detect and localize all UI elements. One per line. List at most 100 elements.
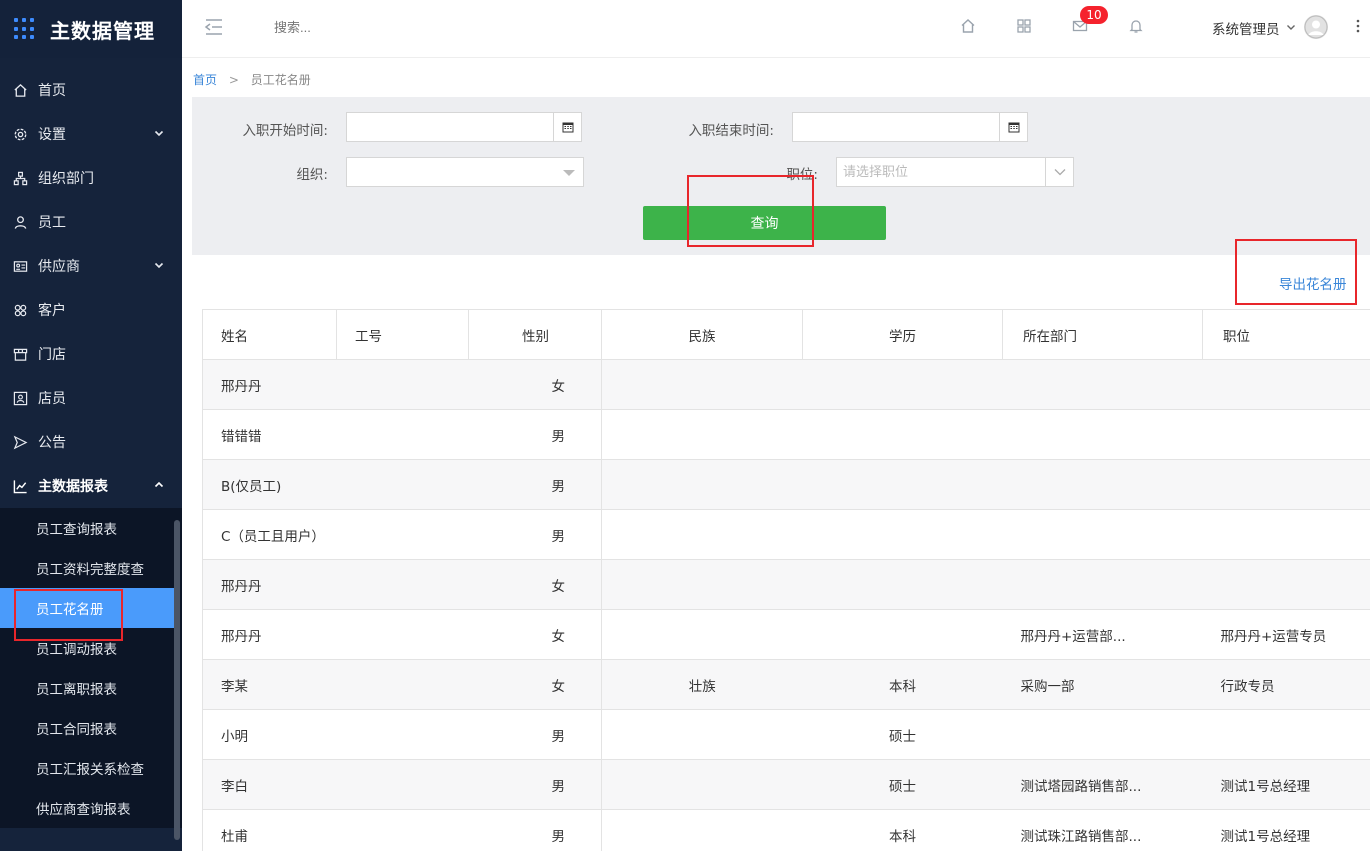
- cell-education: 硕士: [802, 759, 1003, 810]
- apps-grid-icon[interactable]: [1016, 18, 1032, 38]
- cell-gender: 女: [468, 609, 602, 660]
- calendar-icon[interactable]: [999, 113, 1027, 141]
- sidebar-subitem-employee-query-report[interactable]: 员工查询报表: [0, 508, 182, 548]
- column-header-position[interactable]: 职位: [1202, 309, 1370, 360]
- sidebar-subitem-reporting-relation-check[interactable]: 员工汇报关系检查: [0, 748, 182, 788]
- table-row[interactable]: 李某 女 壮族 本科 采购一部 行政专员: [202, 659, 1370, 710]
- app-grid-icon[interactable]: [14, 18, 36, 40]
- column-header-employee-id[interactable]: 工号: [336, 309, 469, 360]
- column-header-name[interactable]: 姓名: [202, 309, 337, 360]
- user-name: 系统管理员: [1212, 22, 1280, 38]
- table-row[interactable]: 小明 男 硕士: [202, 709, 1370, 760]
- user-icon: [12, 214, 28, 230]
- table-row[interactable]: B(仅员工) 男: [202, 459, 1370, 510]
- cell-education: [802, 509, 1003, 560]
- org-tree-icon: [12, 170, 28, 186]
- cell-gender: 男: [468, 459, 602, 510]
- org-select[interactable]: [346, 157, 584, 187]
- end-date-field[interactable]: [792, 112, 1028, 142]
- cell-department: 测试塔园路销售部...: [1002, 759, 1203, 810]
- export-roster-link[interactable]: 导出花名册: [1279, 273, 1347, 293]
- table-row[interactable]: C（员工且用户） 男: [202, 509, 1370, 560]
- cell-ethnicity: [601, 359, 803, 410]
- column-header-ethnicity[interactable]: 民族: [601, 309, 803, 360]
- cell-name: 杜甫: [202, 809, 469, 851]
- sidebar-item-org[interactable]: 组织部门: [0, 156, 182, 200]
- cell-education: [802, 359, 1003, 410]
- end-date-label: 入职结束时间:: [688, 123, 774, 139]
- chevron-down-icon[interactable]: [1045, 158, 1073, 186]
- sidebar-subitem-employee-transfer-report[interactable]: 员工调动报表: [0, 628, 182, 668]
- calendar-icon[interactable]: [553, 113, 581, 141]
- sidebar-item-master-data-reports[interactable]: 主数据报表: [0, 464, 182, 508]
- sidebar-subitem-employee-resignation-report[interactable]: 员工离职报表: [0, 668, 182, 708]
- cell-department: 采购一部: [1002, 659, 1203, 710]
- cell-position: [1202, 409, 1370, 460]
- breadcrumb-home-link[interactable]: 首页: [193, 73, 217, 87]
- table-row[interactable]: 邢丹丹 女 邢丹丹+运营部... 邢丹丹+运营专员: [202, 609, 1370, 660]
- cell-name: 小明: [202, 709, 469, 760]
- menu-toggle-icon[interactable]: [204, 18, 224, 40]
- cell-name: 错错错: [202, 409, 469, 460]
- sidebar-subitem-employee-roster[interactable]: 员工花名册: [0, 588, 174, 628]
- user-menu[interactable]: 系统管理员: [1212, 18, 1296, 38]
- sidebar-item-label: 组织部门: [38, 171, 94, 187]
- query-button[interactable]: 查询: [643, 206, 886, 240]
- sidebar-subitem-employee-contract-report[interactable]: 员工合同报表: [0, 708, 182, 748]
- cell-gender: 女: [468, 359, 602, 410]
- bell-icon[interactable]: [1128, 18, 1144, 38]
- id-card-icon: [12, 258, 28, 274]
- sidebar-item-employee[interactable]: 员工: [0, 200, 182, 244]
- sidebar-item-store[interactable]: 门店: [0, 332, 182, 376]
- cell-gender: 女: [468, 659, 602, 710]
- table-header-row: 姓名 工号 性别 民族 学历 所在部门 职位: [202, 309, 1370, 360]
- cell-position: [1202, 509, 1370, 560]
- sidebar-subitem-employee-completeness[interactable]: 员工资料完整度查: [0, 548, 182, 588]
- cell-name: 邢丹丹: [202, 359, 469, 410]
- column-header-gender[interactable]: 性别: [468, 309, 602, 360]
- top-bar: 10 系统管理员: [182, 0, 1370, 58]
- cell-department: [1002, 559, 1203, 610]
- search-input[interactable]: [274, 20, 474, 35]
- cell-department: [1002, 709, 1203, 760]
- roster-table: 姓名 工号 性别 民族 学历 所在部门 职位 邢丹丹 女 错错错 男 B(仅员工…: [202, 309, 1370, 851]
- table-row[interactable]: 李白 男 硕士 测试塔园路销售部... 测试1号总经理: [202, 759, 1370, 810]
- home-icon[interactable]: [960, 18, 976, 38]
- table-row[interactable]: 邢丹丹 女: [202, 359, 1370, 410]
- more-options-icon[interactable]: [1356, 18, 1360, 38]
- avatar[interactable]: [1304, 15, 1328, 39]
- cell-position: 邢丹丹+运营专员: [1202, 609, 1370, 660]
- column-header-department[interactable]: 所在部门: [1002, 309, 1203, 360]
- chevron-down-icon: [154, 258, 164, 274]
- org-label: 组织:: [296, 167, 328, 183]
- sidebar-scrollbar[interactable]: [174, 520, 180, 840]
- announcement-icon: [12, 434, 28, 450]
- cell-education: [802, 409, 1003, 460]
- sidebar-item-supplier[interactable]: 供应商: [0, 244, 182, 288]
- table-row[interactable]: 邢丹丹 女: [202, 559, 1370, 610]
- start-date-field[interactable]: [346, 112, 582, 142]
- cell-name: 李某: [202, 659, 469, 710]
- column-header-education[interactable]: 学历: [802, 309, 1003, 360]
- sidebar-subitem-supplier-query-report[interactable]: 供应商查询报表: [0, 788, 182, 828]
- sidebar-item-label: 设置: [38, 127, 66, 143]
- breadcrumb-current: 员工花名册: [250, 73, 311, 87]
- position-select[interactable]: 请选择职位: [836, 157, 1074, 187]
- table-row[interactable]: 错错错 男: [202, 409, 1370, 460]
- sidebar-item-settings[interactable]: 设置: [0, 112, 182, 156]
- cell-gender: 男: [468, 759, 602, 810]
- sidebar-item-customer[interactable]: 客户: [0, 288, 182, 332]
- filter-panel: 入职开始时间: 入职结束时间: 组织: 职位: 请选择职位 查询: [192, 97, 1370, 255]
- message-count-badge: 10: [1080, 6, 1108, 24]
- cell-education: 硕士: [802, 709, 1003, 760]
- cell-department: [1002, 359, 1203, 410]
- sidebar-item-clerk[interactable]: 店员: [0, 376, 182, 420]
- cell-education: [802, 459, 1003, 510]
- cell-department: [1002, 459, 1203, 510]
- cell-department: 邢丹丹+运营部...: [1002, 609, 1203, 660]
- sidebar-item-announcement[interactable]: 公告: [0, 420, 182, 464]
- cell-education: [802, 559, 1003, 610]
- cell-position: 行政专员: [1202, 659, 1370, 710]
- sidebar-item-home[interactable]: 首页: [0, 68, 182, 112]
- table-row[interactable]: 杜甫 男 本科 测试珠江路销售部... 测试1号总经理: [202, 809, 1370, 851]
